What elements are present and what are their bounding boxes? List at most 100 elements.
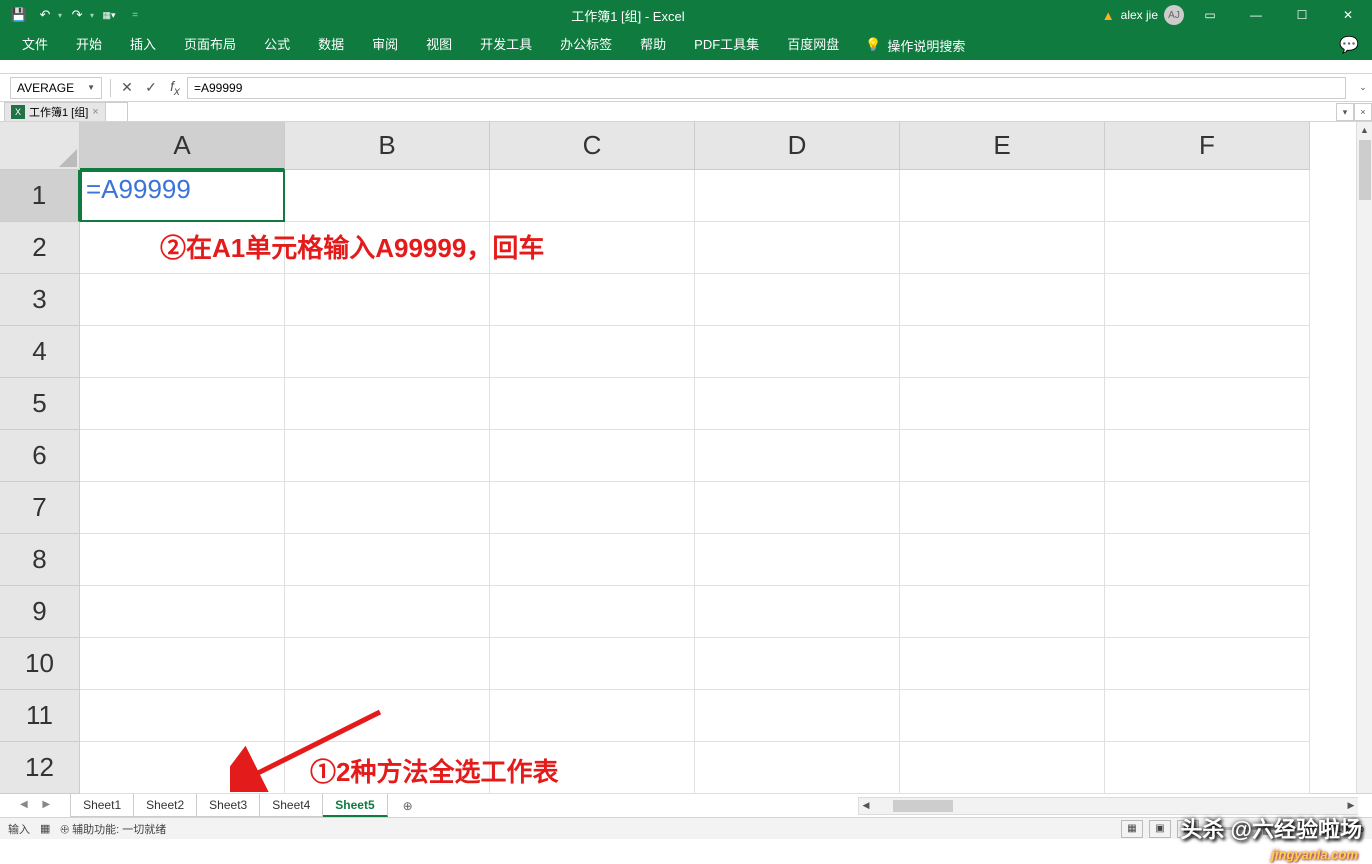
sheet-nav-next-icon[interactable]: ▶ xyxy=(42,799,50,813)
scroll-thumb[interactable] xyxy=(893,800,953,812)
cell[interactable] xyxy=(695,222,900,274)
row-header[interactable]: 4 xyxy=(0,326,80,378)
tab-insert[interactable]: 插入 xyxy=(116,30,170,60)
cell[interactable] xyxy=(80,326,285,378)
cell[interactable] xyxy=(900,430,1105,482)
tab-formulas[interactable]: 公式 xyxy=(250,30,304,60)
cell-a1[interactable]: =A99999 xyxy=(80,170,285,222)
share-icon[interactable]: 💬 xyxy=(1334,35,1364,55)
formula-input[interactable]: =A99999 xyxy=(187,77,1346,99)
cell[interactable] xyxy=(490,326,695,378)
cell[interactable] xyxy=(1105,482,1310,534)
cell[interactable] xyxy=(900,378,1105,430)
cell[interactable] xyxy=(1105,534,1310,586)
cell[interactable] xyxy=(490,482,695,534)
name-box[interactable]: AVERAGE ▼ xyxy=(10,77,102,99)
cell[interactable] xyxy=(695,638,900,690)
macro-record-icon[interactable]: ▦ xyxy=(40,822,50,835)
chevron-down-icon[interactable]: ▼ xyxy=(87,83,95,92)
row-header[interactable]: 5 xyxy=(0,378,80,430)
cell[interactable] xyxy=(1105,274,1310,326)
warning-icon[interactable]: ▲ xyxy=(1102,8,1115,23)
cell[interactable] xyxy=(490,430,695,482)
cell[interactable] xyxy=(900,170,1105,222)
cell[interactable] xyxy=(695,742,900,794)
sheet-tab[interactable]: Sheet3 xyxy=(197,794,260,817)
cell[interactable] xyxy=(1105,222,1310,274)
sheet-nav-prev-icon[interactable]: ◀ xyxy=(20,799,28,813)
tell-me-search[interactable]: 💡 操作说明搜索 xyxy=(865,36,965,55)
cell[interactable] xyxy=(695,482,900,534)
row-header[interactable]: 1 xyxy=(0,170,80,222)
cell[interactable] xyxy=(900,586,1105,638)
tab-home[interactable]: 开始 xyxy=(62,30,116,60)
sheet-tab[interactable]: Sheet5 xyxy=(323,794,387,817)
row-header[interactable]: 8 xyxy=(0,534,80,586)
row-header[interactable]: 3 xyxy=(0,274,80,326)
qat-overflow-icon[interactable]: = xyxy=(124,4,146,26)
cell[interactable] xyxy=(285,378,490,430)
sheet-nav[interactable]: ◀ ▶ xyxy=(0,799,70,813)
cell[interactable] xyxy=(490,378,695,430)
user-avatar[interactable]: AJ xyxy=(1164,5,1184,25)
row-header[interactable]: 7 xyxy=(0,482,80,534)
cell[interactable] xyxy=(80,534,285,586)
vertical-scrollbar[interactable]: ▲ xyxy=(1356,122,1372,793)
cell[interactable] xyxy=(900,274,1105,326)
cell[interactable] xyxy=(80,586,285,638)
column-header[interactable]: A xyxy=(80,122,285,170)
row-header[interactable]: 10 xyxy=(0,638,80,690)
tab-review[interactable]: 审阅 xyxy=(358,30,412,60)
doc-tab-close-icon[interactable]: × xyxy=(1354,103,1372,121)
cell[interactable] xyxy=(695,274,900,326)
cell[interactable] xyxy=(80,274,285,326)
cell[interactable] xyxy=(285,534,490,586)
cancel-formula-icon[interactable]: ✕ xyxy=(115,76,139,100)
doc-tab-dropdown-icon[interactable]: ▾ xyxy=(1336,103,1354,121)
accept-formula-icon[interactable]: ✓ xyxy=(139,76,163,100)
cell[interactable] xyxy=(1105,430,1310,482)
cell[interactable] xyxy=(695,586,900,638)
scroll-right-icon[interactable]: ▶ xyxy=(1344,800,1358,811)
cell[interactable] xyxy=(900,534,1105,586)
cell[interactable] xyxy=(900,638,1105,690)
close-icon[interactable]: ✕ xyxy=(1328,0,1368,30)
cell[interactable] xyxy=(490,690,695,742)
cell[interactable] xyxy=(285,482,490,534)
undo-icon[interactable]: ↶ xyxy=(34,4,56,26)
cell[interactable] xyxy=(900,222,1105,274)
column-header[interactable]: E xyxy=(900,122,1105,170)
tab-developer[interactable]: 开发工具 xyxy=(466,30,546,60)
cell[interactable] xyxy=(285,274,490,326)
close-tab-icon[interactable]: × xyxy=(92,106,98,118)
sheet-tab[interactable]: Sheet2 xyxy=(134,794,197,817)
tab-pdf-tools[interactable]: PDF工具集 xyxy=(680,30,773,60)
view-normal-icon[interactable]: ▦ xyxy=(1121,820,1143,838)
row-header[interactable]: 2 xyxy=(0,222,80,274)
cell[interactable] xyxy=(490,274,695,326)
cell[interactable] xyxy=(1105,742,1310,794)
column-header[interactable]: D xyxy=(695,122,900,170)
customize-qat-icon[interactable]: ▦▾ xyxy=(98,4,120,26)
cell[interactable] xyxy=(695,326,900,378)
cell[interactable] xyxy=(900,326,1105,378)
sheet-tab[interactable]: Sheet1 xyxy=(71,794,134,817)
scroll-up-icon[interactable]: ▲ xyxy=(1357,122,1372,138)
tab-baidu-disk[interactable]: 百度网盘 xyxy=(773,30,853,60)
tab-page-layout[interactable]: 页面布局 xyxy=(170,30,250,60)
maximize-icon[interactable]: ☐ xyxy=(1282,0,1322,30)
cell[interactable] xyxy=(490,586,695,638)
cell[interactable] xyxy=(695,690,900,742)
minimize-icon[interactable]: — xyxy=(1236,0,1276,30)
cell[interactable] xyxy=(285,638,490,690)
scroll-thumb[interactable] xyxy=(1359,140,1371,200)
cell[interactable] xyxy=(490,638,695,690)
sheet-tab[interactable]: Sheet4 xyxy=(260,794,323,817)
cell[interactable] xyxy=(1105,378,1310,430)
cell[interactable] xyxy=(285,170,490,222)
tab-help[interactable]: 帮助 xyxy=(626,30,680,60)
view-page-layout-icon[interactable]: ▣ xyxy=(1149,820,1171,838)
redo-icon[interactable]: ↷ xyxy=(66,4,88,26)
cell[interactable] xyxy=(285,430,490,482)
expand-formula-bar-icon[interactable]: ⌄ xyxy=(1354,82,1372,93)
